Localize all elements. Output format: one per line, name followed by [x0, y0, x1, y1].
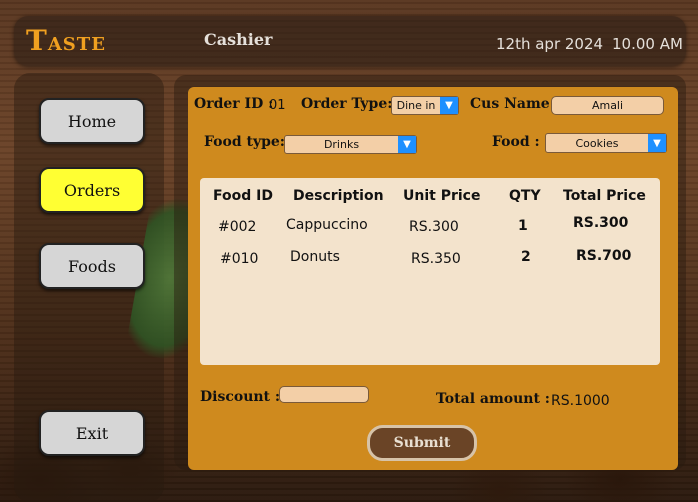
- cell-food-id: #010: [220, 251, 259, 267]
- current-date: 12th apr 2024: [496, 35, 604, 53]
- app-logo: TASTE: [26, 24, 106, 57]
- order-id-label: Order ID :: [194, 96, 274, 112]
- column-header-total-price: Total Price: [563, 188, 646, 204]
- order-items-table: Food ID Description Unit Price QTY Total…: [200, 178, 660, 365]
- submit-button[interactable]: Submit: [367, 425, 477, 461]
- food-value: Cookies: [575, 136, 619, 150]
- food-type-select[interactable]: Drinks ▼: [284, 135, 417, 154]
- order-id-value: 01: [269, 98, 286, 113]
- order-type-select[interactable]: Dine in ▼: [391, 96, 459, 115]
- food-label: Food :: [492, 134, 540, 150]
- chevron-down-icon: ▼: [648, 134, 666, 152]
- column-header-unit-price: Unit Price: [403, 188, 481, 204]
- current-time: 10.00 AM: [612, 35, 683, 53]
- discount-label: Discount :: [200, 389, 281, 405]
- total-amount-label: Total amount :: [436, 391, 550, 407]
- sidebar-item-exit[interactable]: Exit: [39, 410, 145, 456]
- top-bar: TASTE Cashier 12th apr 2024 10.00 AM: [14, 16, 686, 66]
- cell-qty: 2: [521, 249, 531, 265]
- food-type-value: Drinks: [323, 138, 360, 151]
- total-amount-value: RS.1000: [551, 393, 610, 409]
- sidebar-item-orders[interactable]: Orders: [39, 167, 145, 213]
- order-type-value: Dine in: [396, 99, 436, 112]
- cell-qty: 1: [518, 218, 528, 234]
- cell-description: Cappuccino: [286, 217, 368, 233]
- sidebar-item-foods[interactable]: Foods: [39, 243, 145, 289]
- column-header-qty: QTY: [509, 188, 541, 204]
- sidebar-item-home[interactable]: Home: [39, 98, 145, 144]
- cell-total-price: RS.300: [573, 215, 629, 231]
- customer-name-input[interactable]: Amali: [551, 96, 664, 115]
- chevron-down-icon: ▼: [398, 136, 416, 153]
- chevron-down-icon: ▼: [440, 97, 458, 114]
- cell-food-id: #002: [218, 219, 257, 235]
- cell-total-price: RS.700: [576, 248, 632, 264]
- cell-unit-price: RS.350: [411, 251, 461, 267]
- food-type-label: Food type:: [204, 134, 285, 150]
- food-select[interactable]: Cookies ▼: [545, 133, 667, 153]
- user-role: Cashier: [204, 30, 273, 49]
- discount-input[interactable]: [279, 386, 369, 403]
- column-header-food-id: Food ID: [213, 188, 273, 204]
- order-type-label: Order Type:: [301, 96, 393, 112]
- cell-unit-price: RS.300: [409, 219, 459, 235]
- customer-name-label: Cus Name :: [470, 96, 560, 112]
- column-header-description: Description: [293, 188, 384, 204]
- cell-description: Donuts: [290, 249, 340, 265]
